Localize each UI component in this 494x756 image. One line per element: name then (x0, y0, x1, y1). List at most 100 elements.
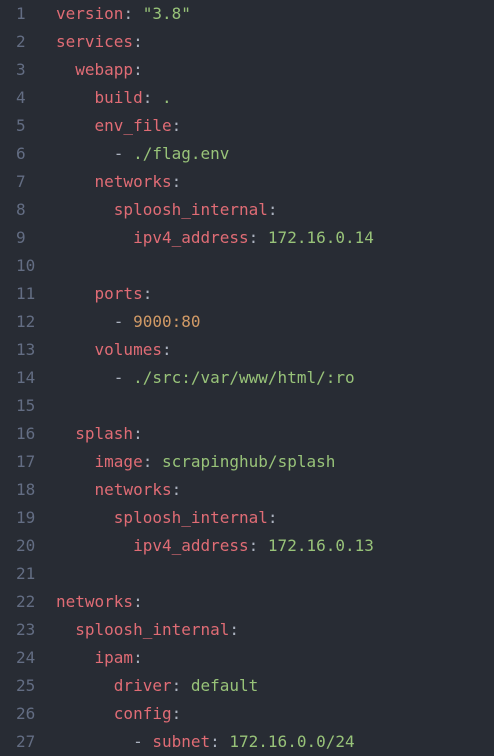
yaml-token-plain: scrapinghub/splash (161, 452, 336, 471)
code-content: - 9000:80 (56, 308, 494, 336)
yaml-token-str: "3.8" (142, 4, 191, 23)
yaml-token-key: version (56, 4, 124, 23)
code-line[interactable]: 25 driver: default (0, 672, 494, 700)
code-content: sploosh_internal: (56, 196, 494, 224)
code-line[interactable]: 4 build: . (0, 84, 494, 112)
yaml-token-key: config (113, 704, 172, 723)
yaml-token-key: sploosh_internal (113, 200, 268, 219)
yaml-token-punc: : (229, 620, 240, 639)
yaml-token-punc: : (171, 676, 191, 695)
line-number: 24 (16, 648, 36, 667)
code-content: ports: (56, 280, 494, 308)
yaml-token-plain: 172.16.0.13 (267, 536, 374, 555)
code-line[interactable]: 11 ports: (0, 280, 494, 308)
line-number: 25 (16, 676, 36, 695)
line-number: 19 (16, 508, 36, 527)
line-number: 8 (16, 200, 26, 219)
yaml-token-key: webapp (75, 60, 134, 79)
code-line[interactable]: 24 ipam: (0, 644, 494, 672)
code-content: - ./flag.env (56, 140, 494, 168)
code-line[interactable]: 5 env_file: (0, 112, 494, 140)
yaml-token-key: splash (75, 424, 134, 443)
code-content: sploosh_internal: (56, 616, 494, 644)
code-line[interactable]: 8 sploosh_internal: (0, 196, 494, 224)
yaml-token-plain: 172.16.0.0/24 (229, 732, 355, 751)
yaml-token-punc: : (171, 172, 182, 191)
yaml-token-punc: : (161, 340, 172, 359)
code-content: sploosh_internal: (56, 504, 494, 532)
code-line[interactable]: 1 version: "3.8" (0, 0, 494, 28)
code-line[interactable]: 9 ipv4_address: 172.16.0.14 (0, 224, 494, 252)
code-line[interactable]: 27 - subnet: 172.16.0.0/24 (0, 728, 494, 756)
code-line[interactable]: 21 (0, 560, 494, 588)
code-line[interactable]: 7 networks: (0, 168, 494, 196)
yaml-token-punc: : (133, 592, 143, 611)
code-line[interactable]: 17 image: scrapinghub/splash (0, 448, 494, 476)
yaml-token-punc: : (248, 228, 268, 247)
line-number: 18 (16, 480, 36, 499)
code-editor[interactable]: 1 version: "3.8" 2 services: 3 webapp: 4 buil… (0, 0, 494, 756)
code-line[interactable]: 26 config: (0, 700, 494, 728)
line-number: 21 (16, 564, 36, 583)
yaml-token-key: ipam (94, 648, 134, 667)
yaml-token-punc: : (123, 4, 143, 23)
code-line[interactable]: 18 networks: (0, 476, 494, 504)
yaml-token-key: networks (56, 592, 134, 611)
line-number: 6 (16, 144, 26, 163)
yaml-token-punc: : (133, 60, 143, 79)
code-content: ipv4_address: 172.16.0.14 (56, 224, 494, 252)
line-number: 1 (16, 4, 26, 23)
yaml-token-punc: : (171, 116, 182, 135)
code-content: volumes: (56, 336, 494, 364)
code-line[interactable]: 14 - ./src:/var/www/html/:ro (0, 364, 494, 392)
code-line[interactable]: 15 (0, 392, 494, 420)
code-line[interactable]: 13 volumes: (0, 336, 494, 364)
code-content: - subnet: 172.16.0.0/24 (56, 728, 494, 756)
code-line[interactable]: 22 networks: (0, 588, 494, 616)
code-line[interactable]: 20 ipv4_address: 172.16.0.13 (0, 532, 494, 560)
code-content: splash: (56, 420, 494, 448)
code-line[interactable]: 16 splash: (0, 420, 494, 448)
code-line[interactable]: 2 services: (0, 28, 494, 56)
yaml-token-key: sploosh_internal (75, 620, 230, 639)
code-line[interactable]: 12 - 9000:80 (0, 308, 494, 336)
code-content: ipam: (56, 644, 494, 672)
yaml-token-key: driver (113, 676, 172, 695)
yaml-token-dash: - (133, 732, 153, 751)
code-line[interactable]: 3 webapp: (0, 56, 494, 84)
line-number: 16 (16, 424, 36, 443)
code-line[interactable]: 19 sploosh_internal: (0, 504, 494, 532)
line-number: 23 (16, 620, 36, 639)
yaml-token-punc: : (142, 284, 153, 303)
line-number: 22 (16, 592, 36, 611)
yaml-token-key: ipv4_address (133, 228, 249, 247)
yaml-token-plain: default (190, 676, 259, 695)
yaml-token-key: subnet (152, 732, 211, 751)
line-number: 3 (16, 60, 26, 79)
code-content: webapp: (56, 56, 494, 84)
yaml-token-key: ipv4_address (133, 536, 249, 555)
code-line[interactable]: 6 - ./flag.env (0, 140, 494, 168)
line-number: 2 (16, 32, 26, 51)
line-number: 7 (16, 172, 26, 191)
line-number: 10 (16, 256, 36, 275)
yaml-token-key: image (94, 452, 143, 471)
code-line[interactable]: 23 sploosh_internal: (0, 616, 494, 644)
yaml-token-key: networks (94, 172, 172, 191)
code-line[interactable]: 10 (0, 252, 494, 280)
yaml-token-punc: : (133, 424, 143, 443)
yaml-token-dash: - (113, 144, 134, 163)
